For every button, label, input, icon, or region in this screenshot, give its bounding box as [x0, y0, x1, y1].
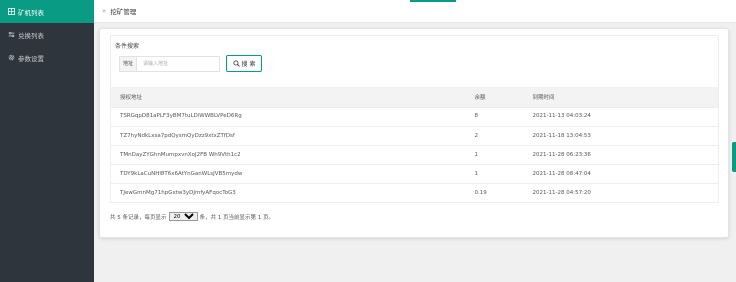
column-header-address: 授权地址	[110, 87, 466, 107]
cell-balance: 2	[465, 126, 524, 146]
address-input[interactable]	[136, 55, 220, 72]
cell-address: TJewGmnMg71hpGxtw3yDJmfyAFqocToG3	[110, 183, 466, 203]
cell-balance: 0.19	[465, 183, 524, 203]
page-size-select[interactable]: 20	[168, 212, 198, 221]
pagination-info: 共 5 条记录，每页显示 20 条，共 1 页当前显示第 1 页。	[110, 212, 274, 221]
pager-prefix: 共 5 条记录，每页显示	[110, 214, 167, 221]
cell-expiry: 2021-11-28 04:57:20	[523, 183, 719, 203]
search-button-label: 搜 索	[241, 61, 256, 68]
column-header-balance: 余额	[465, 87, 524, 107]
cell-balance: 1	[465, 145, 524, 165]
table-row: TDY9kLaCuNHl8T6x6AtYnGanWLsJVB5mydw 1 20…	[110, 164, 719, 184]
cell-address: TZ7hyNdkLxsa7pdQysmQyDzz9xtxZTfDsf	[110, 126, 466, 146]
gear-icon	[7, 54, 15, 62]
table-row: TSRGqpD81aPLF3yBM7tuLDiWWBLVPeD6Rg 8 202…	[110, 107, 719, 127]
cell-expiry: 2021-11-28 08:47:04	[523, 164, 719, 184]
search-icon	[232, 60, 240, 67]
cell-balance: 1	[465, 164, 524, 184]
cell-expiry: 2021-11-28 06:23:36	[523, 145, 719, 165]
miner-table: 授权地址 余额 到期时间 TSRGqpD81aPLF3yBM7tuLDiWWBL…	[110, 87, 719, 203]
cell-address: TSRGqpD81aPLF3yBM7tuLDiWWBLVPeD6Rg	[110, 107, 466, 127]
table-row: TZ7hyNdkLxsa7pdQysmQyDzz9xtxZTfDsf 2 202…	[110, 126, 719, 146]
cell-expiry: 2021-11-18 13:04:53	[523, 126, 719, 146]
sidebar-item-label: 参数设置	[18, 54, 44, 63]
search-button[interactable]: 搜 索	[226, 55, 262, 72]
sidebar-item-miner-list[interactable]: 矿机列表	[0, 0, 94, 23]
content-card: 条件搜索 地址 搜 索 授权地址 余额 到期时间 TSRGqpD81aPLF3y…	[99, 28, 729, 238]
chevron-double-right-icon: »	[102, 7, 107, 15]
table-row: TJewGmnMg71hpGxtw3yDJmfyAFqocToG3 0.19 2…	[110, 183, 719, 203]
sidebar-item-label: 矿机列表	[18, 8, 44, 17]
grid-icon	[7, 8, 15, 16]
cell-address: TDY9kLaCuNHl8T6x6AtYnGanWLsJVB5mydw	[110, 164, 466, 184]
table-header-row: 授权地址 余额 到期时间	[110, 87, 719, 107]
sidebar-item-exchange-list[interactable]: 兑换列表	[0, 23, 94, 46]
sidebar-item-label: 兑换列表	[18, 31, 44, 40]
table-row: TMnDayZYGhnMumpxvnXoJ2FB Wh9Vth1c2 1 202…	[110, 145, 719, 165]
cell-expiry: 2021-11-13 04:03:24	[523, 107, 719, 127]
cell-address: TMnDayZYGhnMumpxvnXoJ2FB Wh9Vth1c2	[110, 145, 466, 165]
sliders-icon	[7, 31, 15, 39]
address-label: 地址	[119, 55, 136, 72]
cell-balance: 8	[465, 107, 524, 127]
column-header-expiry: 到期时间	[523, 87, 719, 107]
breadcrumb: » 挖矿管理	[94, 0, 736, 23]
pager-suffix: 条，共 1 页当前显示第 1 页。	[199, 214, 275, 221]
search-legend: 条件搜索	[115, 43, 140, 50]
sidebar-item-settings[interactable]: 参数设置	[0, 46, 94, 69]
scrollbar-thumb[interactable]	[732, 142, 736, 172]
tab-accent	[410, 0, 456, 2]
sidebar: 矿机列表 兑换列表 参数设置	[0, 0, 94, 282]
search-row: 地址 搜 索	[119, 55, 262, 72]
page-title: 挖矿管理	[110, 8, 137, 16]
